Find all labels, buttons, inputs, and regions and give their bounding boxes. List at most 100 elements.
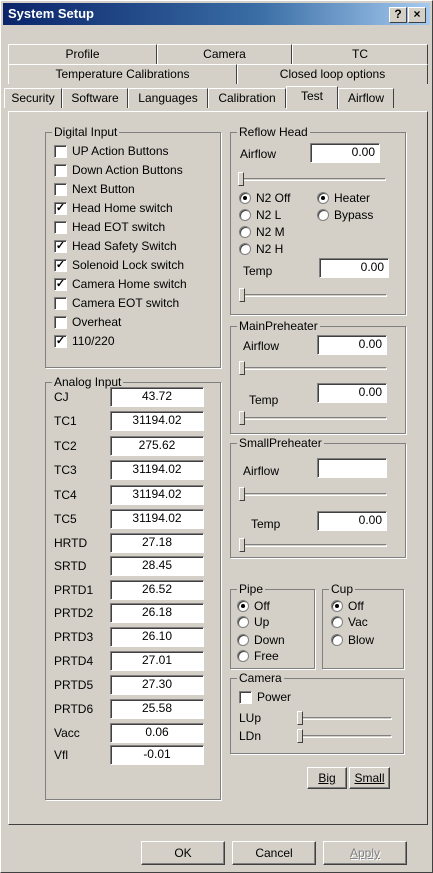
checkbox-box[interactable]: ✓: [54, 239, 67, 253]
radio-dot[interactable]: [239, 191, 251, 204]
digital-input-checkbox[interactable]: Camera EOT switch: [54, 295, 179, 311]
slider-thumb[interactable]: [239, 411, 245, 425]
checkbox-box[interactable]: [54, 182, 67, 196]
help-button[interactable]: ?: [389, 7, 407, 23]
analog-value-field[interactable]: 26.52: [110, 580, 204, 600]
slider-thumb[interactable]: [238, 172, 244, 186]
analog-value-field[interactable]: 26.18: [110, 603, 204, 623]
digital-input-checkbox[interactable]: UP Action Buttons: [54, 143, 169, 159]
apply-button[interactable]: Apply: [323, 841, 407, 865]
digital-input-checkbox[interactable]: Next Button: [54, 181, 135, 197]
radio-cup-blow[interactable]: Blow: [331, 632, 374, 647]
camera-lup-slider[interactable]: [297, 711, 392, 725]
main-airflow-field[interactable]: 0.00: [317, 335, 387, 355]
radio-n2-h[interactable]: N2 H: [239, 241, 283, 256]
digital-input-checkbox[interactable]: ✓ 110/220: [54, 333, 115, 349]
slider-thumb[interactable]: [239, 538, 245, 552]
small-airflow-field[interactable]: [317, 458, 387, 478]
radio-cup-off[interactable]: Off: [331, 598, 364, 613]
slider-thumb[interactable]: [239, 361, 245, 375]
analog-value-field[interactable]: 27.01: [110, 651, 204, 671]
small-temp-slider[interactable]: [239, 538, 387, 552]
tab-languages[interactable]: Languages: [128, 88, 208, 108]
camera-ldn-slider[interactable]: [297, 729, 392, 743]
tab-airflow[interactable]: Airflow: [338, 88, 394, 108]
analog-value-field[interactable]: 31194.02: [110, 509, 204, 529]
radio-dot[interactable]: [237, 615, 249, 628]
radio-dot[interactable]: [331, 599, 343, 612]
digital-input-checkbox[interactable]: Overheat: [54, 314, 121, 330]
radio-heater[interactable]: Heater: [317, 190, 370, 205]
radio-bypass[interactable]: Bypass: [317, 207, 373, 222]
radio-pipe-free[interactable]: Free: [237, 648, 279, 663]
reflow-temp-slider[interactable]: [239, 288, 387, 302]
digital-input-checkbox[interactable]: Down Action Buttons: [54, 162, 183, 178]
main-temp-field[interactable]: 0.00: [317, 383, 387, 403]
radio-n2-l[interactable]: N2 L: [239, 207, 281, 222]
close-button[interactable]: ×: [408, 7, 426, 23]
slider-thumb[interactable]: [297, 711, 303, 725]
radio-cup-vac[interactable]: Vac: [331, 614, 368, 629]
radio-dot[interactable]: [237, 599, 249, 612]
radio-dot[interactable]: [317, 208, 329, 221]
analog-value-field[interactable]: 43.72: [110, 387, 204, 407]
tab-software[interactable]: Software: [62, 88, 128, 108]
radio-pipe-off[interactable]: Off: [237, 598, 270, 613]
digital-input-checkbox[interactable]: ✓ Head Home switch: [54, 200, 173, 216]
radio-dot[interactable]: [237, 633, 249, 646]
checkbox-box[interactable]: [54, 296, 67, 310]
big-button[interactable]: Big: [307, 767, 347, 789]
checkbox-box[interactable]: [54, 220, 67, 234]
analog-value-field[interactable]: 0.06: [110, 723, 204, 743]
checkbox-box[interactable]: ✓: [54, 258, 67, 272]
radio-dot[interactable]: [239, 225, 251, 238]
digital-input-checkbox[interactable]: ✓ Camera Home switch: [54, 276, 187, 292]
radio-n2-m[interactable]: N2 M: [239, 224, 285, 239]
analog-value-field[interactable]: 26.10: [110, 627, 204, 647]
tab-temperature-calibrations[interactable]: Temperature Calibrations: [8, 64, 237, 84]
digital-input-checkbox[interactable]: Head EOT switch: [54, 219, 165, 235]
tab-calibration[interactable]: Calibration: [208, 88, 286, 108]
analog-value-field[interactable]: 31194.02: [110, 411, 204, 431]
tab-security[interactable]: Security: [4, 88, 62, 108]
checkbox-box[interactable]: [54, 144, 67, 158]
checkbox-box[interactable]: [54, 315, 67, 329]
camera-power-checkbox[interactable]: Power: [239, 689, 291, 705]
reflow-temp-field[interactable]: 0.00: [319, 258, 389, 278]
analog-value-field[interactable]: 25.58: [110, 699, 204, 719]
analog-value-field[interactable]: 275.62: [110, 436, 204, 456]
slider-thumb[interactable]: [239, 487, 245, 501]
radio-dot[interactable]: [239, 242, 251, 255]
radio-dot[interactable]: [331, 615, 343, 628]
slider-thumb[interactable]: [239, 288, 245, 302]
analog-value-field[interactable]: 31194.02: [110, 460, 204, 480]
analog-value-field[interactable]: 28.45: [110, 556, 204, 576]
slider-thumb[interactable]: [297, 729, 303, 743]
digital-input-checkbox[interactable]: ✓ Head Safety Switch: [54, 238, 177, 254]
reflow-airflow-slider[interactable]: [238, 172, 386, 186]
radio-pipe-up[interactable]: Up: [237, 614, 269, 629]
digital-input-checkbox[interactable]: ✓ Solenoid Lock switch: [54, 257, 184, 273]
checkbox-box[interactable]: [239, 690, 252, 704]
tab-test[interactable]: Test: [286, 86, 338, 109]
checkbox-box[interactable]: ✓: [54, 201, 67, 215]
radio-dot[interactable]: [237, 649, 249, 662]
radio-pipe-down[interactable]: Down: [237, 632, 285, 647]
main-temp-slider[interactable]: [239, 411, 387, 425]
small-temp-field[interactable]: 0.00: [317, 511, 387, 531]
tab-tc[interactable]: TC: [292, 44, 428, 64]
small-button[interactable]: Small: [349, 767, 390, 789]
radio-dot[interactable]: [239, 208, 251, 221]
analog-value-field[interactable]: 31194.02: [110, 485, 204, 505]
reflow-airflow-field[interactable]: 0.00: [310, 143, 380, 163]
radio-dot[interactable]: [317, 191, 329, 204]
main-airflow-slider[interactable]: [239, 361, 387, 375]
analog-value-field[interactable]: 27.30: [110, 675, 204, 695]
small-airflow-slider[interactable]: [239, 487, 387, 501]
checkbox-box[interactable]: ✓: [54, 334, 67, 348]
radio-dot[interactable]: [331, 633, 343, 646]
tab-closed-loop-options[interactable]: Closed loop options: [237, 64, 428, 84]
analog-value-field[interactable]: 27.18: [110, 533, 204, 553]
cancel-button[interactable]: Cancel: [232, 841, 316, 865]
checkbox-box[interactable]: [54, 163, 67, 177]
